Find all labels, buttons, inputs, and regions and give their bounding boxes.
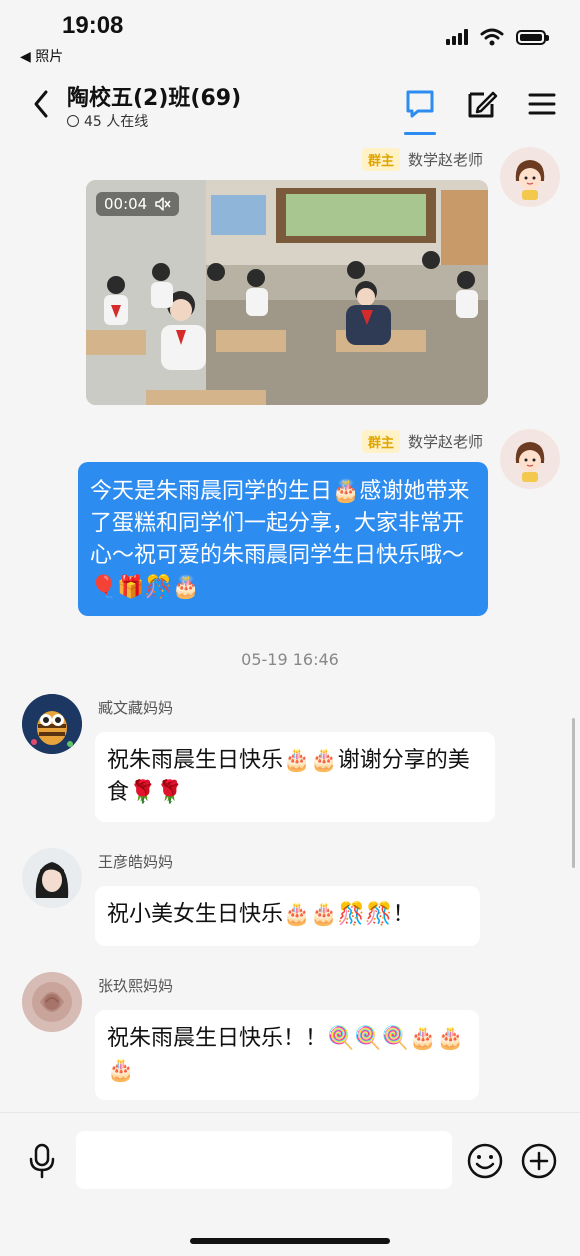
edit-note-icon[interactable] (462, 84, 502, 124)
video-duration: 00:04 (96, 192, 180, 216)
sender-line: 群主 数学赵老师 (361, 430, 483, 453)
group-title: 陶校五(2)班(69) (67, 86, 242, 111)
owner-badge: 群主 (361, 430, 400, 453)
cartoon-girl-avatar-icon (500, 147, 560, 207)
battery-icon (516, 29, 549, 45)
timestamp: 05-19 16:46 (241, 650, 339, 669)
back-app-label: 照片 (35, 49, 64, 65)
chat-header: 陶校五(2)班(69) 45 人在线 (0, 70, 580, 136)
back-chevron-icon[interactable] (26, 84, 60, 124)
online-count-label: 45 人在线 (84, 114, 149, 130)
cartoon-girl-avatar-icon (500, 429, 560, 489)
wifi-icon (480, 28, 504, 46)
chat-bubble-icon[interactable] (400, 84, 440, 124)
cellular-signal-icon (446, 29, 468, 45)
status-icons (446, 28, 549, 46)
input-bar (0, 1112, 580, 1256)
rose-photo-avatar-icon (22, 972, 82, 1032)
online-count: 45 人在线 (67, 111, 148, 131)
message-text: 今天是朱雨晨同学的生日🎂感谢她带来了蛋糕和同学们一起分享，大家非常开心～祝可爱的… (90, 479, 470, 600)
message-bubble[interactable]: 祝朱雨晨生日快乐！！🍭🍭🍭🎂🎂🎂 (95, 1010, 479, 1100)
avatar[interactable] (22, 694, 82, 754)
avatar[interactable] (22, 972, 82, 1032)
clock: 19:08 (62, 12, 124, 39)
message-text: 祝小美女生日快乐🎂🎂🎊🎊！ (107, 902, 415, 927)
active-tab-indicator (404, 132, 436, 135)
back-to-app-link[interactable]: ◀ 照片 (20, 46, 63, 66)
sender-name: 数学赵老师 (407, 151, 483, 169)
sender-name: 臧文藏妈妈 (98, 699, 174, 717)
sender-line: 群主 数学赵老师 (361, 148, 483, 171)
menu-icon[interactable] (522, 84, 562, 124)
avatar[interactable] (500, 429, 560, 489)
home-indicator[interactable] (190, 1238, 390, 1244)
message-input[interactable] (76, 1131, 452, 1189)
message-bubble[interactable]: 今天是朱雨晨同学的生日🎂感谢她带来了蛋糕和同学们一起分享，大家非常开心～祝可爱的… (78, 462, 488, 616)
status-bar: 19:08 ◀ 照片 (0, 0, 580, 70)
woman-photo-avatar-icon (22, 848, 82, 908)
avatar[interactable] (500, 147, 560, 207)
emoji-icon[interactable] (467, 1143, 503, 1179)
back-triangle-icon: ◀ (20, 49, 36, 65)
message-bubble[interactable]: 祝小美女生日快乐🎂🎂🎊🎊！ (95, 886, 480, 946)
scrollbar[interactable] (572, 718, 575, 868)
online-status-icon (67, 115, 79, 127)
bee-cartoon-avatar-icon (22, 694, 82, 754)
mute-icon[interactable] (155, 197, 171, 211)
owner-badge: 群主 (361, 148, 400, 171)
add-plus-icon[interactable] (521, 1143, 557, 1179)
microphone-icon[interactable] (26, 1143, 58, 1179)
avatar[interactable] (22, 848, 82, 908)
message-text: 祝朱雨晨生日快乐！！🍭🍭🍭🎂🎂🎂 (107, 1026, 464, 1083)
message-bubble[interactable]: 祝朱雨晨生日快乐🎂🎂谢谢分享的美食🌹🌹 (95, 732, 495, 822)
sender-name: 数学赵老师 (407, 433, 483, 451)
duration-label: 00:04 (104, 195, 148, 213)
sender-name: 张玖熙妈妈 (98, 977, 174, 995)
video-message[interactable]: 00:04 (86, 180, 488, 405)
message-text: 祝朱雨晨生日快乐🎂🎂谢谢分享的美食🌹🌹 (107, 748, 470, 805)
sender-name: 王彦皓妈妈 (98, 853, 174, 871)
